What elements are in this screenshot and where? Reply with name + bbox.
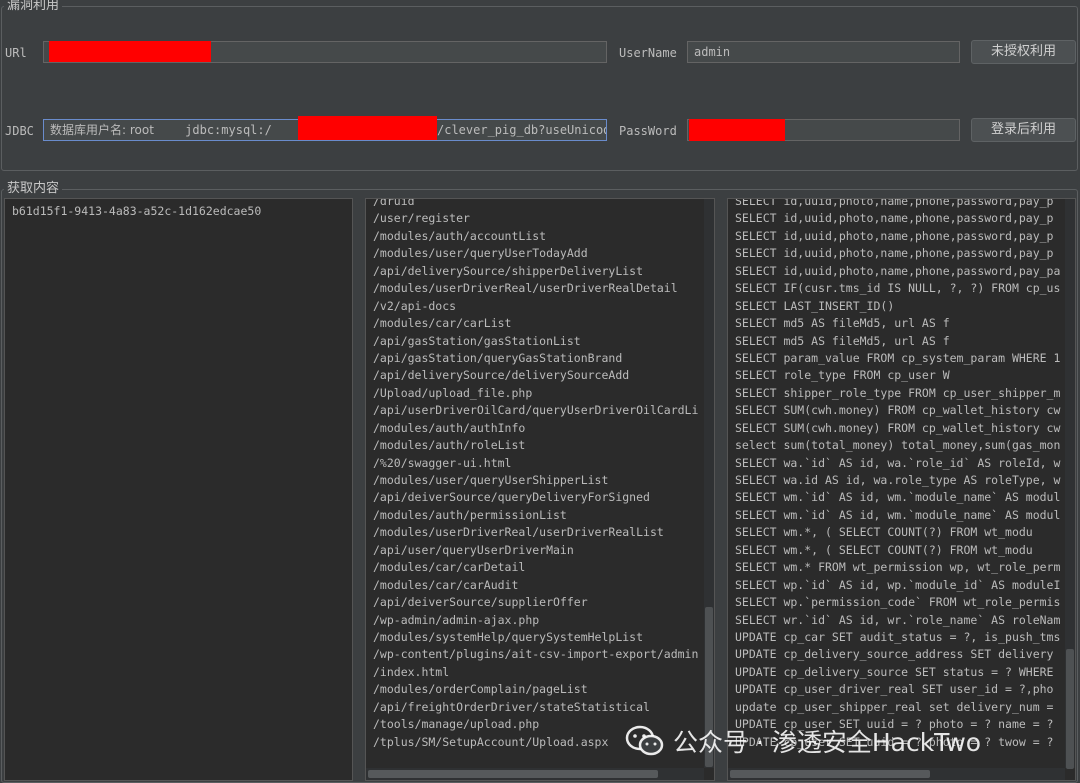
watermark-text: 公众号 · 渗透安全HackTwo	[673, 728, 982, 757]
password-label: PassWord	[619, 124, 677, 138]
sql-item[interactable]: SELECT role_type FROM cp_user W	[728, 367, 1075, 384]
unauth-exploit-button[interactable]: 未授权利用	[971, 40, 1076, 64]
sql-item[interactable]: SELECT md5 AS fileMd5, url AS f	[728, 315, 1075, 332]
path-list: /druid/user/register/modules/auth/accoun…	[366, 199, 714, 751]
path-horizontal-scrollbar[interactable]	[366, 768, 704, 780]
sql-item[interactable]: select sum(total_money) total_money,sum(…	[728, 437, 1075, 454]
path-item[interactable]: /modules/car/carList	[366, 315, 714, 332]
sql-item[interactable]: SELECT wm.`id` AS id, wm.`module_name` A…	[728, 489, 1075, 506]
sql-item[interactable]: SELECT param_value FROM cp_system_param …	[728, 350, 1075, 367]
sql-item[interactable]: UPDATE cp_delivery_source_address SET de…	[728, 646, 1075, 663]
path-item[interactable]: /modules/auth/authInfo	[366, 420, 714, 437]
sql-item[interactable]: SELECT wa.`id` AS id, wa.`role_id` AS ro…	[728, 455, 1075, 472]
sql-item[interactable]: update cp_user_shipper_real set delivery…	[728, 699, 1075, 716]
sql-item[interactable]: SELECT wr.`id` AS id, wr.`role_name` AS …	[728, 612, 1075, 629]
sql-pane[interactable]: SELECT id,uuid,photo,name,phone,password…	[727, 198, 1076, 781]
sql-item[interactable]: SELECT md5 AS fileMd5, url AS f	[728, 333, 1075, 350]
sql-item[interactable]: UPDATE cp_car SET audit_status = ?, is_p…	[728, 629, 1075, 646]
jdbc-value-suffix: /clever_pig_db?useUnicod	[437, 123, 607, 137]
path-item[interactable]: /modules/auth/permissionList	[366, 507, 714, 524]
path-item[interactable]: /modules/user/queryUserTodayAdd	[366, 245, 714, 262]
path-item[interactable]: /api/deliverySource/shipperDeliveryList	[366, 263, 714, 280]
path-item[interactable]: /%20/swagger-ui.html	[366, 455, 714, 472]
username-value: admin	[694, 45, 731, 59]
url-redaction	[49, 41, 211, 62]
path-item[interactable]: /modules/car/carDetail	[366, 559, 714, 576]
sql-item[interactable]: SELECT IF(cusr.tms_id IS NULL, ?, ?) FRO…	[728, 280, 1075, 297]
path-item[interactable]: /modules/orderComplain/pageList	[366, 681, 714, 698]
sql-item[interactable]: UPDATE cp_delivery_source SET status = ?…	[728, 664, 1075, 681]
sql-item[interactable]: SELECT shipper_role_type FROM cp_user_sh…	[728, 385, 1075, 402]
jdbc-value-mid: jdbc:mysql:/	[185, 123, 272, 137]
sql-item[interactable]: SELECT wm.`id` AS id, wm.`module_name` A…	[728, 507, 1075, 524]
path-item[interactable]: /modules/auth/roleList	[366, 437, 714, 454]
watermark: 公众号 · 渗透安全HackTwo	[625, 722, 981, 760]
jdbc-value-prefix: 数据库用户名: root	[50, 123, 154, 137]
sql-item[interactable]: SELECT wm.*, ( SELECT COUNT(?) FROM wt_m…	[728, 542, 1075, 559]
result-id-item[interactable]: b61d15f1-9413-4a83-a52c-1d162edcae50	[5, 203, 352, 220]
sql-item[interactable]: UPDATE cp_user_driver_real SET user_id =…	[728, 681, 1075, 698]
sql-horizontal-scrollbar[interactable]	[728, 768, 1065, 780]
wechat-icon	[625, 725, 664, 756]
sql-item[interactable]: SELECT wm.*, ( SELECT COUNT(?) FROM wt_m…	[728, 524, 1075, 541]
sql-item[interactable]: SELECT SUM(cwh.money) FROM cp_wallet_his…	[728, 420, 1075, 437]
sql-item[interactable]: SELECT wp.`permission_code` FROM wt_role…	[728, 594, 1075, 611]
path-item[interactable]: /api/freightOrderDriver/stateStatistical	[366, 699, 714, 716]
path-horizontal-scroll-thumb[interactable]	[368, 770, 658, 778]
path-item[interactable]: /modules/userDriverReal/userDriverRealDe…	[366, 280, 714, 297]
jdbc-redaction	[298, 116, 437, 140]
path-item[interactable]: /api/deiverSource/queryDeliveryForSigned	[366, 489, 714, 506]
path-pane[interactable]: /druid/user/register/modules/auth/accoun…	[365, 198, 715, 781]
path-item[interactable]: /wp-content/plugins/ait-csv-import-expor…	[366, 646, 714, 663]
path-item[interactable]: /modules/userDriverReal/userDriverRealLi…	[366, 524, 714, 541]
result-group-title: 获取内容	[4, 181, 63, 196]
path-item[interactable]: /modules/user/queryUserShipperList	[366, 472, 714, 489]
jdbc-label: JDBC	[5, 124, 34, 138]
sql-item[interactable]: SELECT wp.`id` AS id, wp.`module_id` AS …	[728, 577, 1075, 594]
password-redaction	[689, 119, 785, 141]
login-exploit-button[interactable]: 登录后利用	[971, 118, 1076, 142]
url-label: URl	[5, 46, 27, 60]
sql-item[interactable]: SELECT id,uuid,photo,name,phone,password…	[728, 199, 1075, 210]
vuln-group-title: 漏洞利用	[4, 0, 63, 13]
username-label: UserName	[619, 46, 677, 60]
result-id-list: b61d15f1-9413-4a83-a52c-1d162edcae50	[5, 203, 352, 220]
sql-horizontal-scroll-thumb[interactable]	[730, 770, 930, 778]
path-item[interactable]: /modules/car/carAudit	[366, 577, 714, 594]
sql-item[interactable]: SELECT wa.id AS id, wa.role_type AS role…	[728, 472, 1075, 489]
path-item[interactable]: /Upload/upload_file.php	[366, 385, 714, 402]
sql-item[interactable]: SELECT LAST_INSERT_ID()	[728, 298, 1075, 315]
path-item[interactable]: /druid	[366, 199, 714, 210]
path-item[interactable]: /index.html	[366, 664, 714, 681]
sql-item[interactable]: SELECT id,uuid,photo,name,phone,password…	[728, 263, 1075, 280]
path-item[interactable]: /api/gasStation/queryGasStationBrand	[366, 350, 714, 367]
sql-vertical-scroll-thumb[interactable]	[1066, 649, 1074, 769]
username-input[interactable]: admin	[687, 41, 960, 63]
path-item[interactable]: /v2/api-docs	[366, 298, 714, 315]
path-item[interactable]: /user/register	[366, 210, 714, 227]
path-item[interactable]: /api/gasStation/gasStationList	[366, 333, 714, 350]
vuln-group	[1, 6, 1078, 171]
sql-item[interactable]: SELECT id,uuid,photo,name,phone,password…	[728, 228, 1075, 245]
path-item[interactable]: /api/deiverSource/supplierOffer	[366, 594, 714, 611]
result-id-pane[interactable]: b61d15f1-9413-4a83-a52c-1d162edcae50	[4, 198, 353, 781]
sql-item[interactable]: SELECT id,uuid,photo,name,phone,password…	[728, 210, 1075, 227]
path-item[interactable]: /wp-admin/admin-ajax.php	[366, 612, 714, 629]
sql-item[interactable]: SELECT id,uuid,photo,name,phone,password…	[728, 245, 1075, 262]
sql-item[interactable]: SELECT SUM(cwh.money) FROM cp_wallet_his…	[728, 402, 1075, 419]
sql-item[interactable]: SELECT wm.* FROM wt_permission wp, wt_ro…	[728, 559, 1075, 576]
path-item[interactable]: /api/user/queryUserDriverMain	[366, 542, 714, 559]
path-item[interactable]: /api/deliverySource/deliverySourceAdd	[366, 367, 714, 384]
path-item[interactable]: /modules/auth/accountList	[366, 228, 714, 245]
path-item[interactable]: /modules/systemHelp/querySystemHelpList	[366, 629, 714, 646]
sql-vertical-scrollbar[interactable]	[1065, 199, 1075, 769]
path-item[interactable]: /api/userDriverOilCard/queryUserDriverOi…	[366, 402, 714, 419]
path-vertical-scrollbar[interactable]	[704, 199, 714, 768]
sql-list: SELECT id,uuid,photo,name,phone,password…	[728, 199, 1075, 751]
